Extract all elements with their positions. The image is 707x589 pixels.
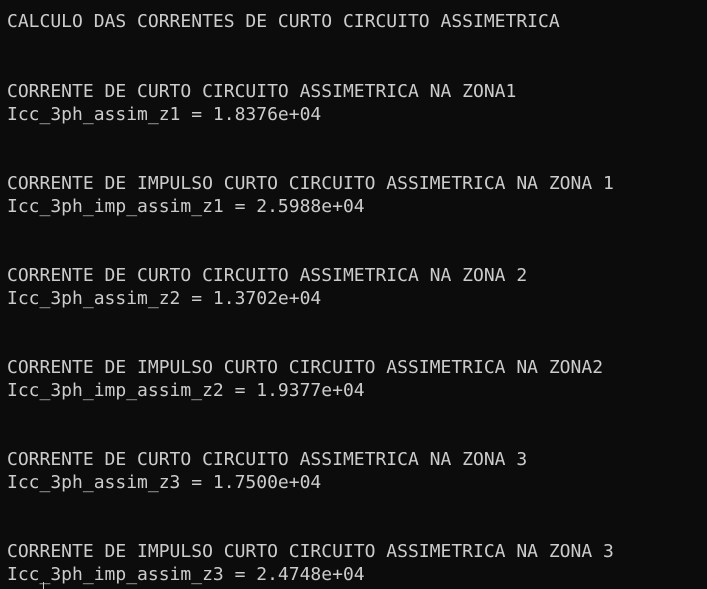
- output-heading-line: CORRENTE DE CURTO CIRCUITO ASSIMETRICA N…: [7, 81, 517, 102]
- output-heading-line: CORRENTE DE IMPULSO CURTO CIRCUITO ASSIM…: [7, 173, 614, 194]
- output-title-line: CALCULO DAS CORRENTES DE CURTO CIRCUITO …: [7, 11, 560, 32]
- output-result-line: Icc_3ph_assim_z3 = 1.7500e+04: [7, 472, 322, 493]
- output-heading-line: CORRENTE DE IMPULSO CURTO CIRCUITO ASSIM…: [7, 357, 604, 378]
- output-result-line: Icc_3ph_imp_assim_z2 = 1.9377e+04: [7, 380, 365, 401]
- text-cursor: [43, 582, 44, 589]
- output-result-line: Icc_3ph_imp_assim_z3 = 2.4748e+04: [7, 564, 365, 585]
- output-heading-line: CORRENTE DE CURTO CIRCUITO ASSIMETRICA N…: [7, 265, 528, 286]
- terminal-output[interactable]: CALCULO DAS CORRENTES DE CURTO CIRCUITO …: [0, 0, 707, 589]
- output-heading-line: CORRENTE DE IMPULSO CURTO CIRCUITO ASSIM…: [7, 541, 614, 562]
- output-heading-line: CORRENTE DE CURTO CIRCUITO ASSIMETRICA N…: [7, 449, 528, 470]
- output-result-line: Icc_3ph_assim_z1 = 1.8376e+04: [7, 104, 322, 125]
- output-result-line: Icc_3ph_imp_assim_z1 = 2.5988e+04: [7, 196, 365, 217]
- output-result-line: Icc_3ph_assim_z2 = 1.3702e+04: [7, 288, 322, 309]
